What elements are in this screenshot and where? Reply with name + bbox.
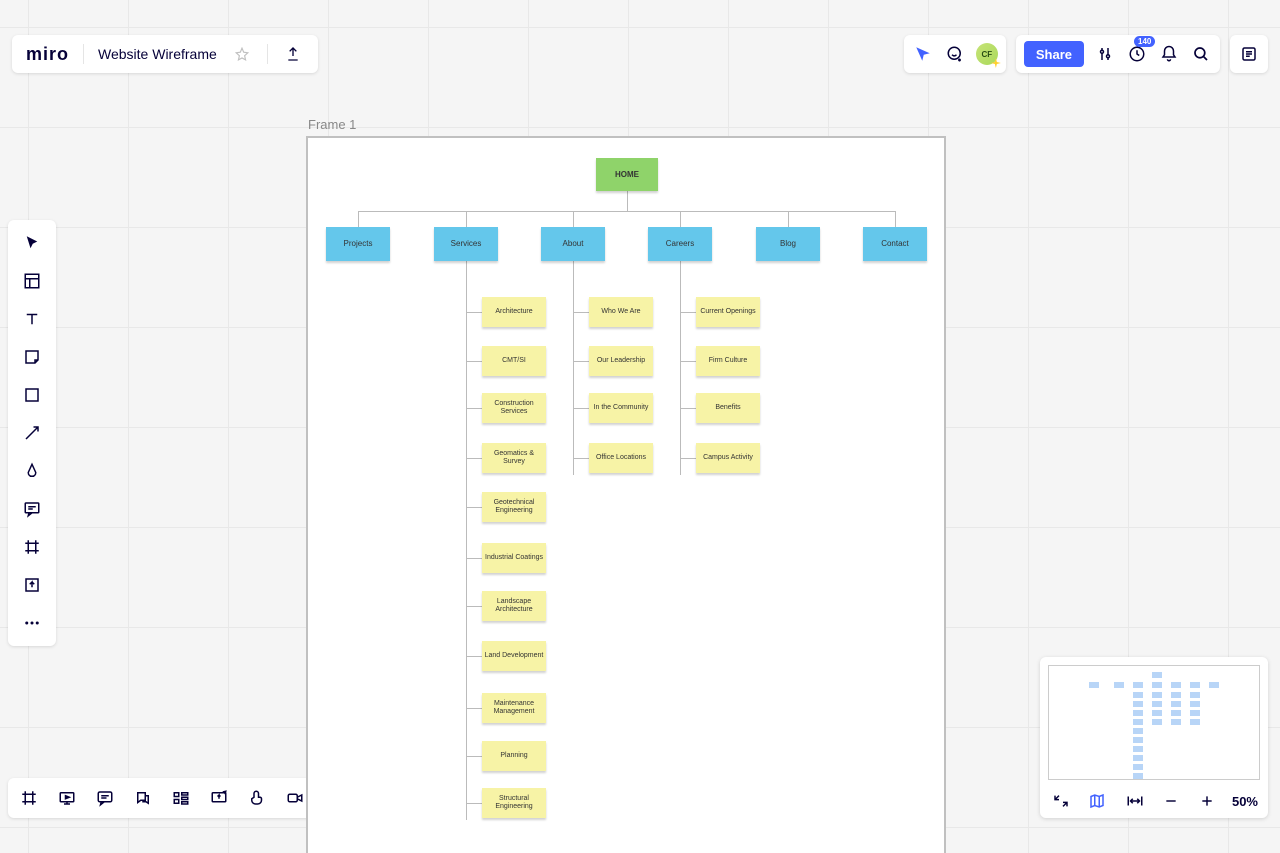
node-service-child[interactable]: Planning [482,741,546,771]
node-careers-child[interactable]: Campus Activity [696,443,760,473]
minimap-toggle-icon[interactable] [1086,790,1108,812]
share-button[interactable]: Share [1024,41,1084,67]
reactions-icon[interactable] [944,43,966,65]
frame-1[interactable]: HOME Projects Services About Careers Blo… [306,136,946,853]
cursor-mode-icon[interactable] [912,43,934,65]
notification-badge: 140 [1134,36,1155,47]
voting-icon[interactable] [246,787,268,809]
settings-icon[interactable] [1094,43,1116,65]
comment-tool-icon[interactable] [8,498,56,520]
comments-icon[interactable] [94,787,116,809]
node-careers-child[interactable]: Current Openings [696,297,760,327]
zoom-out-icon[interactable] [1160,790,1182,812]
avatar-initials: CF [982,50,993,59]
zoom-in-icon[interactable] [1196,790,1218,812]
video-icon[interactable] [284,787,306,809]
node-service-child[interactable]: Architecture [482,297,546,327]
arrow-tool-icon[interactable] [8,422,56,444]
fit-width-icon[interactable] [1124,790,1146,812]
notes-icon[interactable] [1238,43,1260,65]
app-header-left: miro Website Wireframe [12,35,318,73]
board-title[interactable]: Website Wireframe [98,46,217,62]
vertical-toolbar [8,220,56,646]
template-tool-icon[interactable] [8,270,56,292]
node-service-child[interactable]: Landscape Architecture [482,591,546,621]
minimap[interactable] [1048,665,1260,780]
node-service-child[interactable]: Land Development [482,641,546,671]
zoom-controls: 50% [1048,788,1260,812]
presence-group: CF [904,35,1006,73]
screenshare-icon[interactable] [208,787,230,809]
divider [83,44,84,64]
pen-tool-icon[interactable] [8,460,56,482]
divider [267,44,268,64]
fullscreen-collapse-icon[interactable] [1050,790,1072,812]
node-careers-child[interactable]: Firm Culture [696,346,760,376]
star-icon[interactable] [231,43,253,65]
shape-tool-icon[interactable] [8,384,56,406]
node-contact[interactable]: Contact [863,227,927,261]
actions-group: Share 140 [1016,35,1220,73]
miro-logo[interactable]: miro [26,44,69,65]
bell-icon[interactable] [1158,43,1180,65]
more-tools-icon[interactable] [8,612,56,634]
upload-icon[interactable] [282,43,304,65]
node-service-child[interactable]: Construction Services [482,393,546,423]
node-blog[interactable]: Blog [756,227,820,261]
frame-tool-icon[interactable] [8,536,56,558]
app-header-right: CF Share 140 [904,35,1268,73]
node-about-child[interactable]: Office Locations [589,443,653,473]
search-icon[interactable] [1190,43,1212,65]
present-icon[interactable] [56,787,78,809]
minimap-panel: 50% [1040,657,1268,818]
node-about[interactable]: About [541,227,605,261]
node-about-child[interactable]: Who We Are [589,297,653,327]
cards-icon[interactable] [170,787,192,809]
node-services[interactable]: Services [434,227,498,261]
node-home[interactable]: HOME [596,158,658,191]
node-service-child[interactable]: Geomatics & Survey [482,443,546,473]
node-careers[interactable]: Careers [648,227,712,261]
text-tool-icon[interactable] [8,308,56,330]
comments-group [1230,35,1268,73]
node-service-child[interactable]: Maintenance Management [482,693,546,723]
node-projects[interactable]: Projects [326,227,390,261]
node-about-child[interactable]: Our Leadership [589,346,653,376]
frames-icon[interactable] [18,787,40,809]
node-service-child[interactable]: Structural Engineering [482,788,546,818]
node-service-child[interactable]: Industrial Coatings [482,543,546,573]
frame-label[interactable]: Frame 1 [308,117,356,132]
upload-tool-icon[interactable] [8,574,56,596]
chat-icon[interactable] [132,787,154,809]
node-service-child[interactable]: Geotechnical Engineering [482,492,546,522]
avatar[interactable]: CF [976,43,998,65]
select-tool-icon[interactable] [8,232,56,254]
timer-icon[interactable]: 140 [1126,43,1148,65]
zoom-level[interactable]: 50% [1232,794,1258,809]
sticky-tool-icon[interactable] [8,346,56,368]
node-careers-child[interactable]: Benefits [696,393,760,423]
node-about-child[interactable]: In the Community [589,393,653,423]
node-service-child[interactable]: CMT/SI [482,346,546,376]
